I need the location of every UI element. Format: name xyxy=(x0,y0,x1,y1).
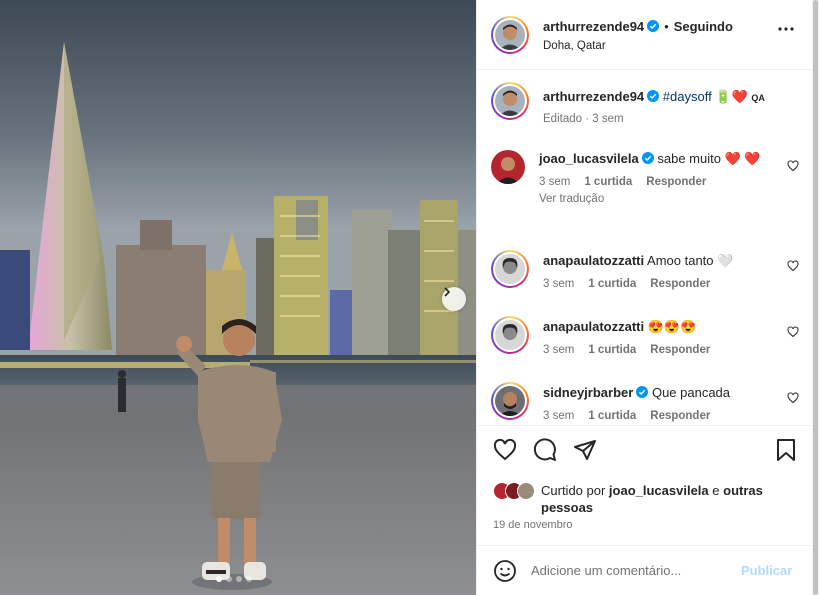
comment-time: 3 sem xyxy=(543,410,575,422)
carousel-indicator xyxy=(216,576,252,582)
verified-badge-icon xyxy=(641,152,654,164)
separator-dot: • xyxy=(664,18,669,34)
caption-emoji: 🔋❤️ xyxy=(715,89,748,104)
comment-text: Amoo tanto 🤍 xyxy=(647,253,734,268)
comment-likes[interactable]: 1 curtida xyxy=(584,176,632,188)
verified-badge-icon xyxy=(647,19,660,32)
comment-username[interactable]: anapaulatozzatti xyxy=(543,253,644,268)
reply-button[interactable]: Responder xyxy=(650,278,710,290)
comment-username[interactable]: anapaulatozzatti xyxy=(543,319,644,334)
commenter-avatar[interactable] xyxy=(491,250,529,288)
comment-item: anapaulatozzatti 😍😍😍 3 sem 1 curtida Res… xyxy=(491,316,801,356)
avatar-image xyxy=(495,320,525,350)
verified-badge-icon xyxy=(647,90,660,102)
liker-avatar xyxy=(517,482,535,500)
caption-meta: Editado · 3 sem xyxy=(543,113,624,125)
post-header: arthurrezende94 • Seguindo Doha, Qatar xyxy=(477,0,813,70)
commenter-avatar[interactable] xyxy=(491,316,529,354)
post-photo[interactable] xyxy=(0,0,476,595)
see-translation-link[interactable]: Ver tradução xyxy=(539,193,801,205)
following-button[interactable]: Seguindo xyxy=(674,19,733,34)
liked-by: Curtido por joao_lucasvilela e outras pe… xyxy=(493,482,791,516)
save-bookmark-icon[interactable] xyxy=(775,438,797,462)
carousel-dot xyxy=(236,576,242,582)
verified-badge-icon xyxy=(636,386,649,398)
carousel-dot xyxy=(226,576,232,582)
comment-text: sabe muito ❤️ ❤️ xyxy=(657,151,761,166)
author-avatar[interactable] xyxy=(491,15,529,54)
reply-button[interactable]: Responder xyxy=(646,176,706,188)
liked-by-middle: e xyxy=(708,483,724,498)
like-comment-heart-icon[interactable] xyxy=(787,326,799,338)
caption-username[interactable]: arthurrezende94 xyxy=(543,89,644,104)
comment-likes[interactable]: 1 curtida xyxy=(588,344,636,356)
commenter-avatar[interactable] xyxy=(491,150,525,184)
carousel-dot xyxy=(216,576,222,582)
commenter-avatar[interactable] xyxy=(491,382,529,420)
comment-username[interactable]: joao_lucasvilela xyxy=(539,151,639,166)
comment-likes[interactable]: 1 curtida xyxy=(588,410,636,422)
doha-skyline-image xyxy=(0,0,476,595)
post-side-panel: arthurrezende94 • Seguindo Doha, Qatar a… xyxy=(476,0,813,595)
caption: arthurrezende94 #daysoff 🔋❤️ QA Editado … xyxy=(491,82,801,125)
carousel-next-button[interactable] xyxy=(442,287,466,311)
comment-text: Que pancada xyxy=(651,385,731,400)
publish-button[interactable]: Publicar xyxy=(741,563,792,578)
comment-input[interactable] xyxy=(531,563,727,578)
comment-time: 3 sem xyxy=(539,176,571,188)
post-location[interactable]: Doha, Qatar xyxy=(543,40,733,52)
comment-item: joao_lucasvilela sabe muito ❤️ ❤️ 3 sem … xyxy=(491,150,801,205)
avatar-image xyxy=(495,19,525,50)
avatar-image xyxy=(495,254,525,284)
carousel-dot xyxy=(246,576,252,582)
avatar-image xyxy=(495,86,525,116)
reply-button[interactable]: Responder xyxy=(650,344,710,356)
liked-by-prefix: Curtido por xyxy=(541,483,609,498)
comment-bubble-icon[interactable] xyxy=(533,438,557,462)
caption-hashtag[interactable]: #daysoff xyxy=(663,89,712,104)
scrollbar-thumb[interactable] xyxy=(813,0,818,595)
comment-item: anapaulatozzatti Amoo tanto 🤍 3 sem 1 cu… xyxy=(491,250,801,290)
caption-author-avatar[interactable] xyxy=(491,82,529,120)
add-comment-bar: Publicar xyxy=(477,545,813,595)
comment-username[interactable]: sidneyjrbarber xyxy=(543,385,633,400)
comment-text: 😍😍😍 xyxy=(647,319,697,334)
like-comment-heart-icon[interactable] xyxy=(787,160,799,172)
post-date[interactable]: 19 de novembro xyxy=(493,519,573,531)
liked-by-avatars[interactable] xyxy=(493,482,535,500)
more-options-icon[interactable] xyxy=(777,26,795,32)
reply-button[interactable]: Responder xyxy=(650,410,710,422)
liked-by-user[interactable]: joao_lucasvilela xyxy=(609,483,709,498)
emoji-smiley-icon[interactable] xyxy=(493,559,517,583)
avatar-image xyxy=(495,386,525,416)
chevron-right-icon xyxy=(444,287,451,297)
caption-flag: QA xyxy=(751,93,765,103)
comment-likes[interactable]: 1 curtida xyxy=(588,278,636,290)
comments-list[interactable]: arthurrezende94 #daysoff 🔋❤️ QA Editado … xyxy=(477,70,813,425)
like-comment-heart-icon[interactable] xyxy=(787,260,799,272)
comment-time: 3 sem xyxy=(543,278,575,290)
comment-time: 3 sem xyxy=(543,344,575,356)
like-heart-icon[interactable] xyxy=(493,438,517,462)
like-comment-heart-icon[interactable] xyxy=(787,392,799,404)
share-send-icon[interactable] xyxy=(573,438,597,462)
post-actions: Curtido por joao_lucasvilela e outras pe… xyxy=(477,425,813,545)
comment-item: sidneyjrbarber Que pancada 3 sem 1 curti… xyxy=(491,382,801,422)
author-username[interactable]: arthurrezende94 xyxy=(543,19,644,34)
page-scrollbar[interactable] xyxy=(812,0,819,595)
